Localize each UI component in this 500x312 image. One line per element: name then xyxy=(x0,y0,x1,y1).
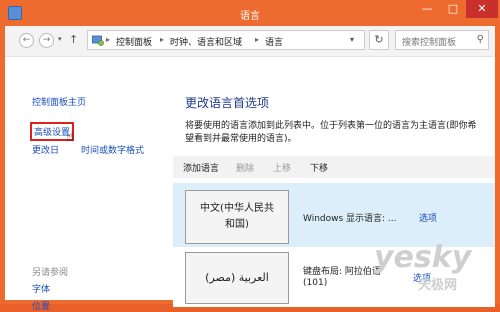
watermark-brand: yesky xyxy=(374,240,472,275)
search-placeholder: 搜索控制面板 xyxy=(402,38,457,48)
close-button[interactable]: ✕ xyxy=(466,0,498,18)
sidebar-item-location[interactable]: 位置 xyxy=(32,299,50,312)
watermark-logo: yesky 天极网 xyxy=(374,240,492,293)
up-button[interactable]: ↑ xyxy=(69,33,78,46)
sidebar: 控制面板主页 高级设置 更改日 时间或数字格式 ☝ 另请参阅 字体 位置 xyxy=(5,57,173,312)
recent-pages-dropdown[interactable]: ▾ xyxy=(58,35,62,43)
control-panel-icon xyxy=(92,35,104,46)
language-toolbar: 添加语言 删除 上移 下移 xyxy=(173,156,495,178)
keyboard-layout-info-cont: (101) xyxy=(303,278,328,288)
sidebar-item-change-date-format[interactable]: 更改日 时间或数字格式 xyxy=(32,143,144,156)
see-also-heading: 另请参阅 xyxy=(32,268,69,278)
forward-button[interactable]: → xyxy=(39,33,54,48)
language-window: 语言 — □ ✕ ← → ▾ ↑ ▸ 控制面板 ▸ 时钟、语言和区域 ▸ 语言 … xyxy=(0,0,500,312)
language-name-line1: 中文(中华人民共 xyxy=(200,203,274,214)
minimize-button[interactable]: — xyxy=(414,0,440,18)
sidebar-item-home[interactable]: 控制面板主页 xyxy=(32,95,86,108)
address-bar: ← → ▾ ↑ ▸ 控制面板 ▸ 时钟、语言和区域 ▸ 语言 ▾ ↻ 搜索控制面… xyxy=(5,26,495,57)
breadcrumb-separator: ▸ xyxy=(106,35,111,44)
language-tile-chinese[interactable]: 中文(中华人民共 和国) xyxy=(185,190,289,244)
language-info: Windows 显示语言: ... xyxy=(303,214,397,224)
watermark-sub: 天极网 xyxy=(418,278,458,293)
search-input[interactable]: 搜索控制面板 ⚲ xyxy=(395,30,489,50)
page-title: 更改语言首选项 xyxy=(185,96,270,110)
address-dropdown[interactable]: ▾ xyxy=(350,35,354,44)
move-up-button[interactable]: 上移 xyxy=(273,161,291,174)
move-down-button[interactable]: 下移 xyxy=(310,161,328,174)
cursor-icon: ☝ xyxy=(66,130,74,145)
address-field[interactable]: ▸ 控制面板 ▸ 时钟、语言和区域 ▸ 语言 ▾ xyxy=(87,30,365,50)
breadcrumb-control-panel[interactable]: 控制面板 xyxy=(116,35,152,48)
maximize-button[interactable]: □ xyxy=(440,0,466,18)
search-icon[interactable]: ⚲ xyxy=(477,34,484,45)
options-link[interactable]: 选项 xyxy=(419,211,437,224)
breadcrumb-clock-language-region[interactable]: 时钟、语言和区域 xyxy=(170,35,242,48)
add-language-button[interactable]: 添加语言 xyxy=(183,161,219,174)
breadcrumb-language[interactable]: 语言 xyxy=(265,35,283,48)
breadcrumb-separator: ▸ xyxy=(255,35,260,44)
change-date-prefix: 更改日 xyxy=(32,146,60,156)
sidebar-item-fonts[interactable]: 字体 xyxy=(32,282,50,295)
language-name-line2: 和国) xyxy=(225,219,249,230)
breadcrumb-separator: ▸ xyxy=(160,35,165,44)
keyboard-layout-info: 键盘布局: 阿拉伯语 xyxy=(303,267,381,277)
back-button[interactable]: ← xyxy=(19,33,34,48)
change-date-suffix: 时间或数字格式 xyxy=(81,146,145,156)
language-tile-arabic[interactable]: العربية (مصر) xyxy=(185,252,289,304)
delete-button[interactable]: 删除 xyxy=(236,161,254,174)
refresh-icon[interactable]: ↻ xyxy=(369,30,389,50)
page-description: 将要使用的语言添加到此列表中。位于列表第一位的语言为主语言(即你希望看到并最常使… xyxy=(185,121,477,144)
title-bar: 语言 — □ ✕ xyxy=(0,0,500,26)
